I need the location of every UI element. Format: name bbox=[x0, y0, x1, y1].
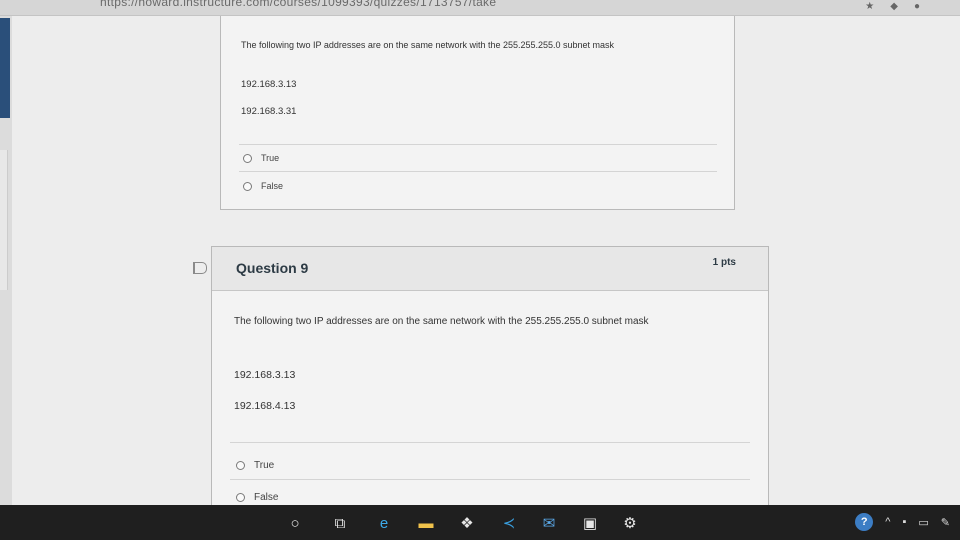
browser-toolbar: ★ ◆ ● bbox=[865, 1, 920, 12]
question-header: Question 9 1 pts bbox=[212, 247, 768, 291]
star-icon[interactable]: ★ bbox=[865, 1, 874, 12]
dropbox-icon[interactable]: ❖ bbox=[457, 513, 477, 533]
answer-true[interactable]: True bbox=[236, 460, 274, 471]
answer-false[interactable]: False bbox=[243, 181, 283, 191]
system-tray: ? ^ ▪ ▭ ✎ bbox=[855, 513, 950, 531]
settings-icon[interactable]: ⚙ bbox=[620, 513, 640, 533]
answer-label: False bbox=[254, 492, 279, 503]
divider bbox=[230, 442, 750, 443]
radio-button[interactable] bbox=[236, 461, 245, 470]
answer-label: True bbox=[261, 153, 280, 163]
quiz-page: The following two IP addresses are on th… bbox=[12, 16, 960, 536]
edge-icon[interactable]: e bbox=[374, 513, 394, 533]
network-icon[interactable]: ▪ bbox=[902, 516, 906, 528]
task-view-icon[interactable]: ⧉ bbox=[330, 513, 350, 533]
ip-address-2: 192.168.3.31 bbox=[241, 106, 297, 117]
divider bbox=[230, 479, 750, 480]
search-icon[interactable]: ○ bbox=[285, 513, 305, 533]
vscode-icon[interactable]: ≺ bbox=[499, 513, 519, 533]
ip-address-1: 192.168.3.13 bbox=[234, 369, 296, 381]
browser-address-bar[interactable]: https://howard.instructure.com/courses/1… bbox=[0, 0, 960, 16]
ip-address-1: 192.168.3.13 bbox=[241, 79, 297, 90]
flag-question-icon[interactable] bbox=[193, 262, 207, 274]
radio-button[interactable] bbox=[243, 153, 252, 163]
extension-icon[interactable]: ◆ bbox=[890, 1, 898, 12]
question-card-9: Question 9 1 pts The following two IP ad… bbox=[211, 246, 769, 536]
question-card-8: The following two IP addresses are on th… bbox=[220, 16, 735, 210]
file-explorer-icon[interactable]: ▬ bbox=[416, 513, 436, 533]
question-text: The following two IP addresses are on th… bbox=[234, 316, 649, 327]
battery-icon[interactable]: ▭ bbox=[918, 516, 928, 529]
course-nav-edge bbox=[0, 150, 8, 290]
store-icon[interactable]: ▣ bbox=[580, 513, 600, 533]
answer-false[interactable]: False bbox=[236, 492, 278, 503]
question-points: 1 pts bbox=[712, 257, 736, 268]
windows-taskbar: ○ ⧉ e ▬ ❖ ≺ ✉ ▣ ⚙ ? ^ ▪ ▭ ✎ bbox=[0, 505, 960, 540]
chevron-up-icon[interactable]: ^ bbox=[885, 516, 890, 528]
question-text: The following two IP addresses are on th… bbox=[241, 40, 615, 50]
mail-icon[interactable]: ✉ bbox=[539, 513, 559, 533]
canvas-global-nav[interactable] bbox=[0, 18, 10, 118]
radio-button[interactable] bbox=[243, 181, 252, 191]
divider bbox=[239, 144, 717, 145]
radio-button[interactable] bbox=[236, 493, 245, 502]
help-icon[interactable]: ? bbox=[855, 513, 874, 531]
pen-icon[interactable]: ✎ bbox=[941, 516, 950, 529]
answer-label: True bbox=[254, 460, 275, 471]
question-title: Question 9 bbox=[236, 260, 309, 276]
ip-address-2: 192.168.4.13 bbox=[234, 400, 296, 412]
answer-true[interactable]: True bbox=[243, 153, 279, 163]
divider bbox=[239, 171, 717, 172]
answer-label: False bbox=[261, 181, 284, 191]
url-text[interactable]: https://howard.instructure.com/courses/1… bbox=[100, 0, 496, 9]
profile-icon[interactable]: ● bbox=[914, 1, 920, 12]
